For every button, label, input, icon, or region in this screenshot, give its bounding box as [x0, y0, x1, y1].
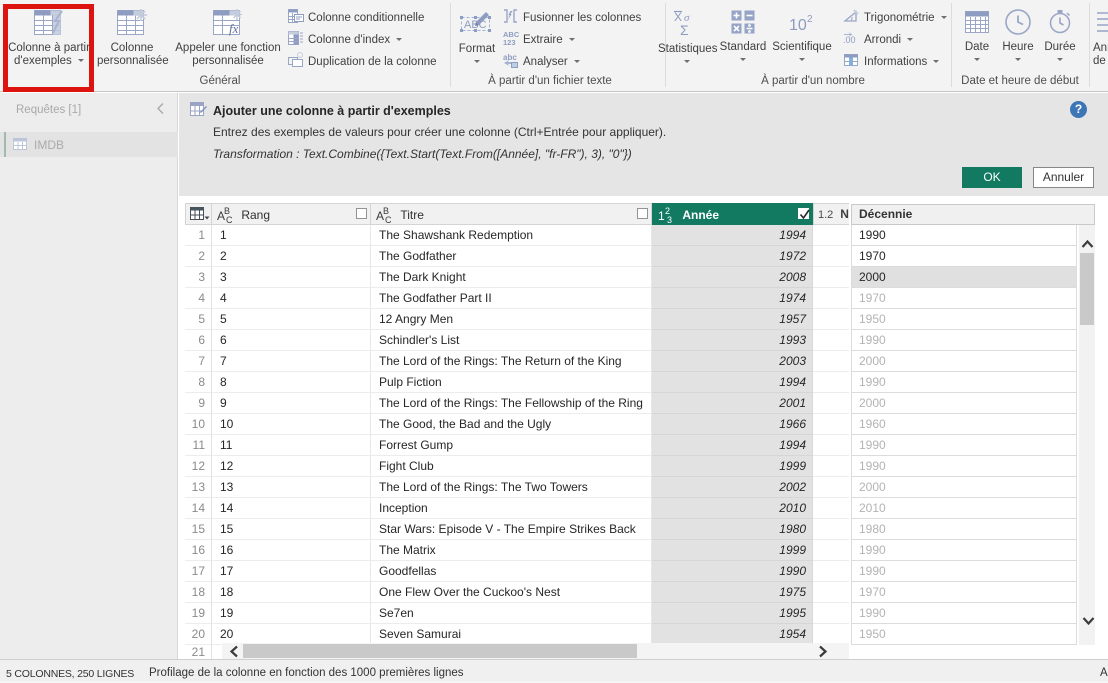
svg-text:2: 2 [807, 14, 813, 25]
svg-text:123: 123 [503, 38, 516, 46]
svg-text:Σ: Σ [680, 22, 689, 37]
svg-text:10: 10 [789, 17, 807, 34]
svg-text:fx: fx [229, 21, 239, 36]
svg-text:abc: abc [503, 53, 517, 62]
